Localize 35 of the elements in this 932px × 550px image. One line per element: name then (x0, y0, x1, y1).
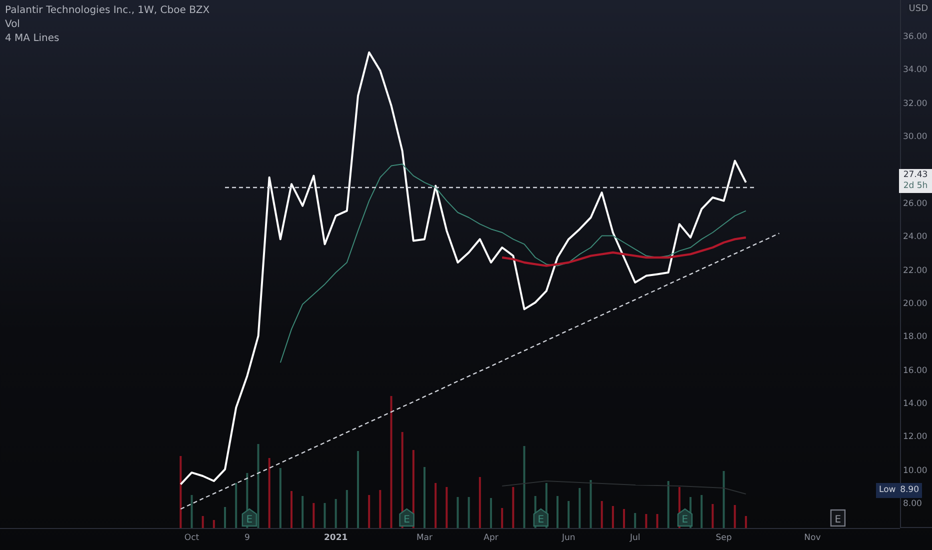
price-tick: 32.00 (903, 98, 928, 109)
price-tick: 10.00 (903, 466, 928, 476)
price-tick: 26.00 (903, 198, 928, 209)
time-tick: 2021 (324, 533, 348, 543)
last-price: 27.43 (903, 170, 928, 182)
bar-countdown: 2d 5h (903, 181, 928, 192)
price-tick: 22.00 (903, 266, 928, 276)
earnings-marker[interactable]: E (399, 508, 414, 527)
time-tick: Jul (630, 533, 640, 543)
time-tick: Oct (184, 533, 200, 543)
time-tick: Apr (484, 533, 498, 543)
earnings-marker[interactable]: E (830, 509, 846, 527)
symbol-title: Palantir Technologies Inc., 1W, Cboe BZX (5, 4, 210, 17)
price-tick: 12.00 (903, 432, 928, 442)
earnings-marker[interactable]: E (242, 508, 257, 527)
price-tick: 36.00 (903, 32, 928, 42)
time-tick: Sep (716, 533, 732, 543)
low-value: 8.90 (900, 485, 919, 496)
price-tick: 14.00 (903, 398, 928, 409)
indicator-label[interactable]: 4 MA Lines (5, 32, 210, 45)
price-tick: 30.00 (903, 132, 928, 142)
earnings-marker[interactable]: E (533, 508, 548, 527)
price-tick: 16.00 (903, 366, 928, 376)
earnings-marker[interactable]: E (677, 508, 693, 527)
price-tick: 20.00 (903, 298, 928, 309)
indicator-label[interactable]: Vol (5, 18, 210, 31)
low-label: Low (879, 485, 896, 496)
price-tick: 34.00 (903, 65, 928, 76)
price-tick: 18.00 (903, 332, 928, 342)
price-tick: 24.00 (903, 232, 928, 242)
time-tick: Nov (804, 533, 821, 543)
time-tick: Mar (416, 533, 433, 543)
time-tick: 9 (244, 533, 250, 543)
price-tick: 8.00 (903, 498, 922, 509)
time-tick: Jun (562, 533, 576, 543)
